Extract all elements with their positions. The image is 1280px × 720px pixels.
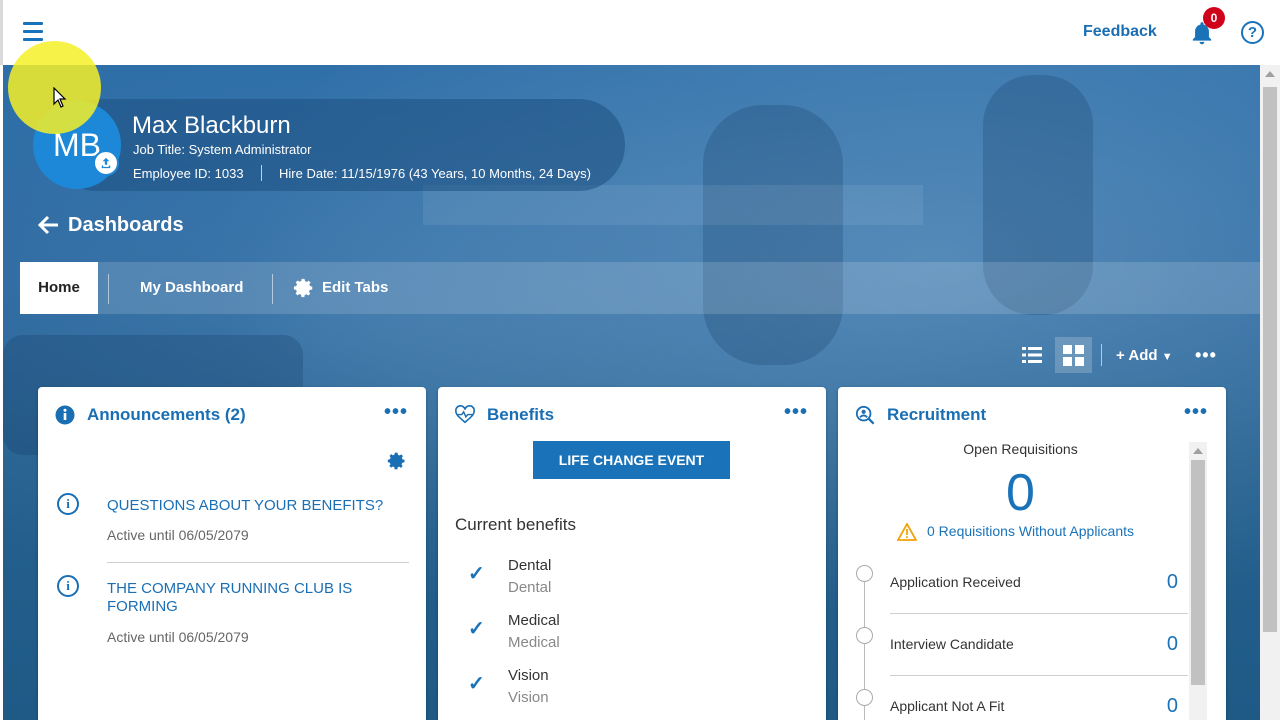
grid-view-icon — [1063, 345, 1084, 366]
benefits-card: Benefits ••• LIFE CHANGE EVENT Current b… — [438, 387, 826, 720]
stage-count[interactable]: 0 — [1158, 571, 1178, 594]
employee-id: Employee ID: 1033 — [133, 166, 244, 181]
stage-count[interactable]: 0 — [1158, 633, 1178, 656]
notification-badge: 0 — [1203, 7, 1225, 29]
back-arrow-icon[interactable] — [38, 214, 60, 236]
add-widget-button[interactable]: + Add ▼ — [1116, 347, 1173, 364]
stage-label[interactable]: Applicant Not A Fit — [890, 698, 1004, 714]
stage-label[interactable]: Application Received — [890, 574, 1021, 590]
recruitment-title[interactable]: Recruitment — [887, 405, 986, 425]
benefit-name[interactable]: Vision — [508, 667, 549, 684]
benefit-plan: Medical — [508, 634, 560, 651]
mouse-pointer-icon — [53, 87, 67, 108]
gear-icon[interactable] — [293, 277, 315, 299]
page-scrollbar[interactable] — [1260, 65, 1280, 720]
background-figure — [703, 105, 843, 365]
benefit-plan: Dental — [508, 579, 552, 596]
life-change-event-button[interactable]: LIFE CHANGE EVENT — [533, 441, 730, 479]
info-icon — [55, 405, 75, 425]
grid-view-button[interactable] — [1055, 337, 1092, 373]
announcement-info-icon: i — [57, 493, 79, 515]
hire-date: Hire Date: 11/15/1976 (43 Years, 10 Mont… — [279, 166, 591, 181]
stage-dot — [856, 689, 873, 706]
divider — [890, 675, 1188, 676]
feedback-link[interactable]: Feedback — [1083, 23, 1157, 41]
announcement-active-until: Active until 06/05/2079 — [107, 527, 249, 543]
tab-my-dashboard[interactable]: My Dashboard — [140, 262, 243, 314]
benefit-name[interactable]: Dental — [508, 557, 551, 574]
announcements-more-button[interactable]: ••• — [384, 401, 408, 424]
stage-dot — [856, 565, 873, 582]
hamburger-menu-icon[interactable] — [23, 22, 43, 42]
settings-gear-icon[interactable] — [387, 451, 407, 471]
announcement-link[interactable]: THE COMPANY RUNNING CLUB IS FORMING — [107, 580, 397, 616]
benefits-more-button[interactable]: ••• — [784, 401, 808, 424]
divider — [890, 613, 1188, 614]
announcement-link[interactable]: QUESTIONS ABOUT YOUR BENEFITS? — [107, 497, 397, 515]
upload-photo-icon[interactable] — [93, 150, 119, 176]
list-view-icon[interactable] — [1021, 344, 1043, 366]
recruitment-more-button[interactable]: ••• — [1184, 401, 1208, 424]
heart-pulse-icon — [455, 405, 475, 424]
chevron-down-icon: ▼ — [1161, 351, 1173, 363]
help-icon[interactable]: ? — [1241, 21, 1264, 44]
background-desk — [423, 185, 923, 225]
announcement-info-icon: i — [57, 575, 79, 597]
benefit-plan: Vision — [508, 689, 549, 706]
warning-icon — [897, 523, 917, 541]
dashboards-back-link[interactable]: Dashboards — [68, 214, 184, 237]
stage-count[interactable]: 0 — [1158, 695, 1178, 718]
card-scrollbar[interactable] — [1189, 442, 1207, 720]
benefits-title[interactable]: Benefits — [487, 405, 554, 425]
search-person-icon — [855, 405, 875, 425]
toolbar-divider — [1101, 344, 1102, 366]
recruitment-card: Recruitment ••• Open Requisitions 0 0 Re… — [838, 387, 1226, 720]
stage-label[interactable]: Interview Candidate — [890, 636, 1014, 652]
open-requisitions-label: Open Requisitions — [963, 441, 1078, 457]
open-requisitions-count[interactable]: 0 — [838, 463, 1203, 523]
job-title: Job Title: System Administrator — [133, 142, 312, 157]
tab-divider — [108, 274, 109, 304]
tab-divider — [272, 274, 273, 304]
divider — [107, 562, 409, 563]
divider — [261, 165, 262, 181]
requisitions-without-applicants-link[interactable]: 0 Requisitions Without Applicants — [927, 523, 1134, 539]
tab-home[interactable]: Home — [20, 262, 98, 314]
check-icon: ✓ — [468, 563, 485, 585]
announcement-active-until: Active until 06/05/2079 — [107, 629, 249, 645]
announcements-card: Announcements (2) ••• i QUESTIONS ABOUT … — [38, 387, 426, 720]
employee-name: Max Blackburn — [132, 112, 291, 139]
stage-dot — [856, 627, 873, 644]
add-label: + Add — [1116, 347, 1158, 364]
more-options-button[interactable]: ••• — [1195, 345, 1217, 366]
tab-edit-tabs[interactable]: Edit Tabs — [322, 262, 388, 314]
current-benefits-heading: Current benefits — [455, 515, 576, 534]
check-icon: ✓ — [468, 618, 485, 640]
announcements-title[interactable]: Announcements (2) — [87, 405, 246, 425]
benefit-name[interactable]: Medical — [508, 612, 560, 629]
check-icon: ✓ — [468, 673, 485, 695]
top-bar: Feedback 0 ? — [0, 0, 1280, 65]
